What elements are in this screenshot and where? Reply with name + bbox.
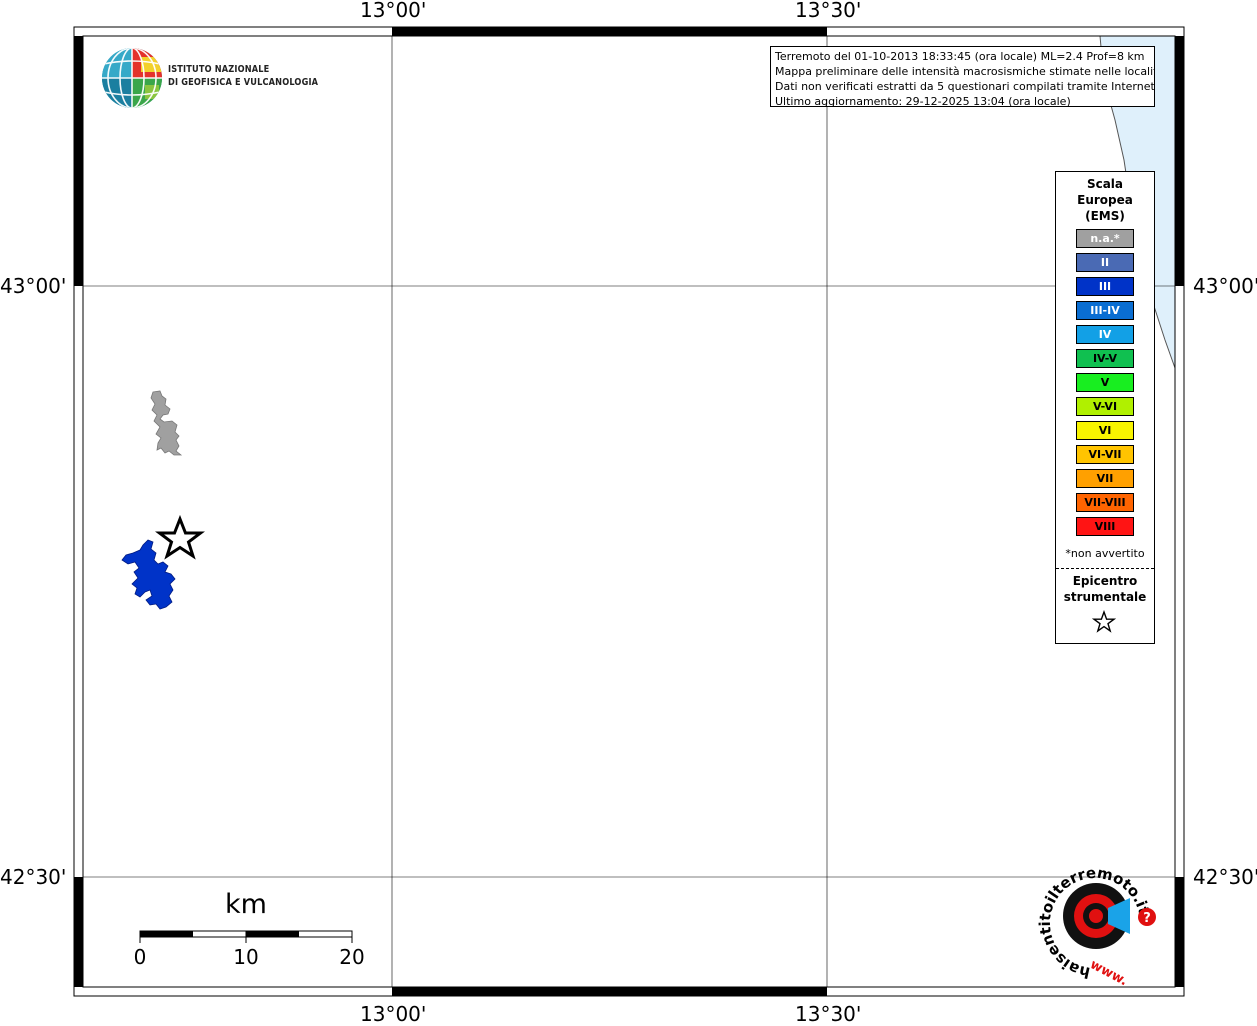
legend-title-line3: (EMS) — [1085, 209, 1125, 223]
map-frame-inner — [82, 35, 1176, 988]
lon-label-top-1330: 13°30' — [795, 0, 862, 22]
frame-bar-right-top — [1175, 36, 1184, 286]
legend-swatch-2: III — [1076, 277, 1134, 296]
map-frame-outer — [73, 26, 1185, 997]
lon-label-top-1300: 13°00' — [360, 0, 427, 22]
legend-epicenter-line1: Epicentro — [1072, 574, 1138, 588]
hsit-www-text: www. — [1087, 957, 1129, 988]
lon-label-bottom-1300: 13°00' — [360, 1002, 427, 1026]
legend-epicenter-label: Epicentro strumentale — [1056, 573, 1154, 605]
lat-label-right-4300: 43°00' — [1193, 274, 1257, 298]
legend-title-line1: Scala — [1086, 177, 1124, 191]
lat-label-left-4300: 43°00' — [0, 274, 67, 298]
legend-title-line2: Europea — [1077, 193, 1133, 207]
legend-title: Scala Europea (EMS) — [1056, 176, 1154, 224]
legend-swatch-0: n.a.* — [1076, 229, 1134, 248]
scale-bar: km 0 10 20 — [125, 888, 385, 978]
legend-swatch-1: II — [1076, 253, 1134, 272]
legend-star-icon — [1092, 610, 1116, 633]
frame-bar-bottom — [392, 987, 827, 996]
legend-epicenter-line2: strumentale — [1063, 590, 1147, 604]
scale-tick-20: 20 — [339, 945, 365, 969]
haisentito-logo: haisentitoilterremoto.it www. ? — [1036, 864, 1156, 988]
legend-swatch-6: V — [1076, 373, 1134, 392]
event-info-line3: Dati non verificati estratti da 5 questi… — [775, 80, 1155, 93]
municipality-na[interactable] — [150, 390, 183, 456]
event-info-line4: Ultimo aggiornamento: 29-12-2025 13:04 (… — [775, 95, 1071, 107]
frame-bar-right-bottom — [1175, 877, 1184, 987]
legend-swatch-10: VII — [1076, 469, 1134, 488]
municipality-iii[interactable] — [121, 539, 176, 610]
frame-bar-top — [392, 27, 827, 36]
lat-label-right-4230: 42°30' — [1193, 865, 1257, 889]
legend-swatch-12: VIII — [1076, 517, 1134, 536]
scale-tick-10: 10 — [233, 945, 259, 969]
legend-note: *non avvertito — [1065, 547, 1145, 560]
question-mark-glyph: ? — [1143, 911, 1151, 926]
lat-label-left-4230: 42°30' — [0, 865, 67, 889]
scale-unit: km — [225, 889, 267, 920]
legend-swatch-3: III-IV — [1076, 301, 1134, 320]
legend-swatch-9: VI-VII — [1076, 445, 1134, 464]
legend-swatch-8: VI — [1076, 421, 1134, 440]
frame-bar-left-top — [74, 36, 83, 286]
hsit-target-center — [1089, 909, 1103, 923]
ingv-logo: ISTITUTO NAZIONALE DI GEOFISICA E VULCAN… — [100, 46, 320, 110]
institute-name-line1: ISTITUTO NAZIONALE — [168, 64, 270, 75]
legend-swatch-7: V-VI — [1076, 397, 1134, 416]
legend-swatch-4: IV — [1076, 325, 1134, 344]
event-info-line2: Mappa preliminare delle intensità macros… — [775, 65, 1155, 78]
scale-tick-0: 0 — [133, 945, 147, 969]
frame-bar-left-bottom — [74, 877, 83, 987]
epicenter-star[interactable] — [155, 514, 205, 560]
globe-icon — [102, 48, 162, 108]
legend-swatch-5: IV-V — [1076, 349, 1134, 368]
lon-label-bottom-1330: 13°30' — [795, 1002, 862, 1026]
legend-divider — [1056, 568, 1154, 569]
event-info-line1: Terremoto del 01-10-2013 18:33:45 (ora l… — [775, 50, 1145, 63]
ems-legend: Scala Europea (EMS) n.a.* II III III-IV IV IV… — [1055, 171, 1155, 644]
event-info-box: Terremoto del 01-10-2013 18:33:45 (ora l… — [770, 46, 1155, 107]
legend-swatch-11: VII-VIII — [1076, 493, 1134, 512]
institute-name-line2: DI GEOFISICA E VULCANOLOGIA — [168, 77, 319, 88]
